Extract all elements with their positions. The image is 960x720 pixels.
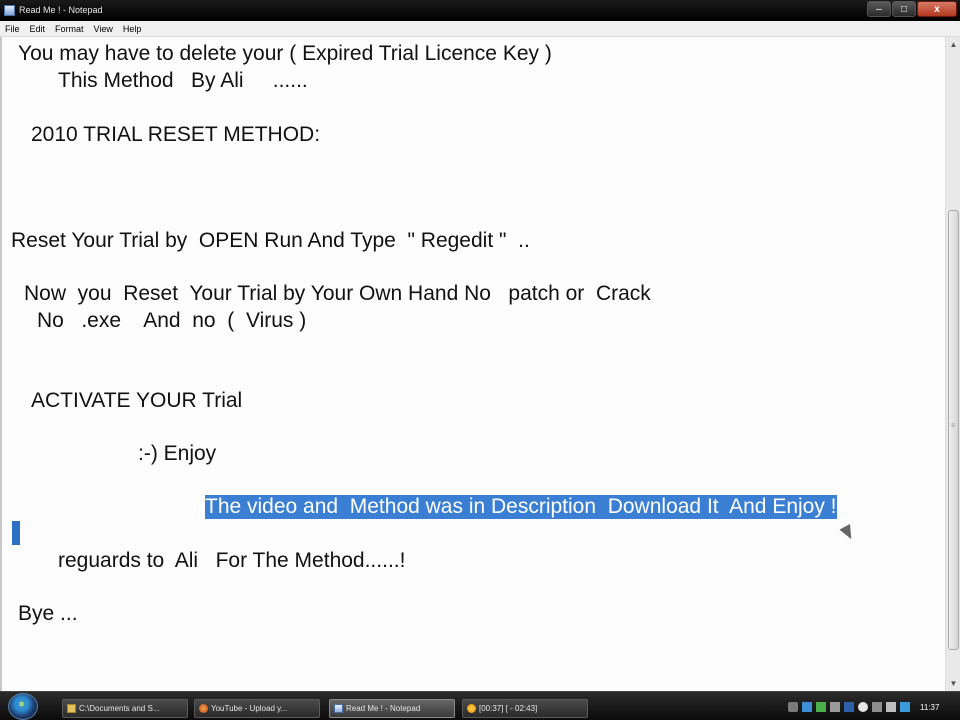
firefox-icon [199, 704, 208, 713]
scroll-grip-icon: ≡ [951, 423, 955, 429]
tray-app-icon[interactable] [830, 702, 840, 712]
close-button[interactable]: x [917, 1, 957, 17]
vertical-scrollbar[interactable]: ▲ ≡ ▼ [945, 37, 960, 691]
text-line: Bye ... [18, 602, 78, 625]
volume-icon[interactable] [886, 702, 896, 712]
network-icon[interactable] [872, 702, 882, 712]
tray-app-icon[interactable] [844, 702, 854, 712]
mouse-pointer-icon [839, 524, 857, 542]
notepad-app-icon[interactable] [4, 5, 15, 16]
menu-view[interactable]: View [94, 24, 113, 34]
text-line: Now you Reset Your Trial by Your Own Han… [24, 282, 651, 305]
window-controls: – □ x [867, 1, 957, 18]
text-line: 2010 TRIAL RESET METHOD: [31, 123, 321, 146]
text-line: ACTIVATE YOUR Trial [31, 389, 243, 412]
text-line: :-) Enjoy [138, 442, 217, 465]
taskbar: C:\Documents and S... YouTube - Upload y… [0, 691, 960, 720]
minimize-button[interactable]: – [867, 1, 891, 17]
folder-icon [67, 704, 76, 713]
text-line: reguards to Ali For The Method......! [58, 549, 406, 572]
selected-text-line: The video and Method was in Description … [205, 495, 837, 519]
taskbar-item-explorer[interactable]: C:\Documents and S... [62, 699, 188, 718]
scroll-thumb[interactable]: ≡ [948, 210, 959, 650]
system-tray: 11:37 [788, 696, 960, 718]
start-button[interactable] [8, 693, 38, 720]
tray-app-icon[interactable] [816, 702, 826, 712]
recorder-icon [467, 704, 476, 713]
text-line: You may have to delete your ( Expired Tr… [18, 42, 552, 65]
text-editor[interactable]: You may have to delete your ( Expired Tr… [0, 37, 945, 691]
menu-edit[interactable]: Edit [30, 24, 46, 34]
tray-app-icon[interactable] [802, 702, 812, 712]
text-line: Reset Your Trial by OPEN Run And Type " … [11, 229, 530, 252]
text-line: No .exe And no ( Virus ) [37, 309, 307, 332]
taskbar-item-recorder[interactable]: [00:37] [ - 02:43] [462, 699, 588, 718]
tray-app-icon[interactable] [858, 702, 868, 712]
menu-bar: File Edit Format View Help [0, 21, 960, 37]
title-bar: Read Me ! - Notepad – □ x [0, 0, 960, 21]
scroll-up-icon[interactable]: ▲ [946, 37, 960, 52]
maximize-button[interactable]: □ [892, 1, 916, 17]
menu-format[interactable]: Format [55, 24, 84, 34]
text-line: This Method By Ali ...... [58, 69, 308, 92]
taskbar-item-notepad[interactable]: Read Me ! - Notepad [329, 699, 455, 718]
tray-app-icon[interactable] [788, 702, 798, 712]
text-caret [12, 521, 20, 545]
menu-file[interactable]: File [5, 24, 20, 34]
taskbar-clock[interactable]: 11:37 [920, 703, 939, 712]
taskbar-item-firefox[interactable]: YouTube - Upload y... [194, 699, 320, 718]
window-title: Read Me ! - Notepad [19, 5, 103, 15]
notepad-icon [334, 704, 343, 713]
tray-app-icon[interactable] [900, 702, 910, 712]
menu-help[interactable]: Help [123, 24, 142, 34]
scroll-down-icon[interactable]: ▼ [946, 676, 960, 691]
